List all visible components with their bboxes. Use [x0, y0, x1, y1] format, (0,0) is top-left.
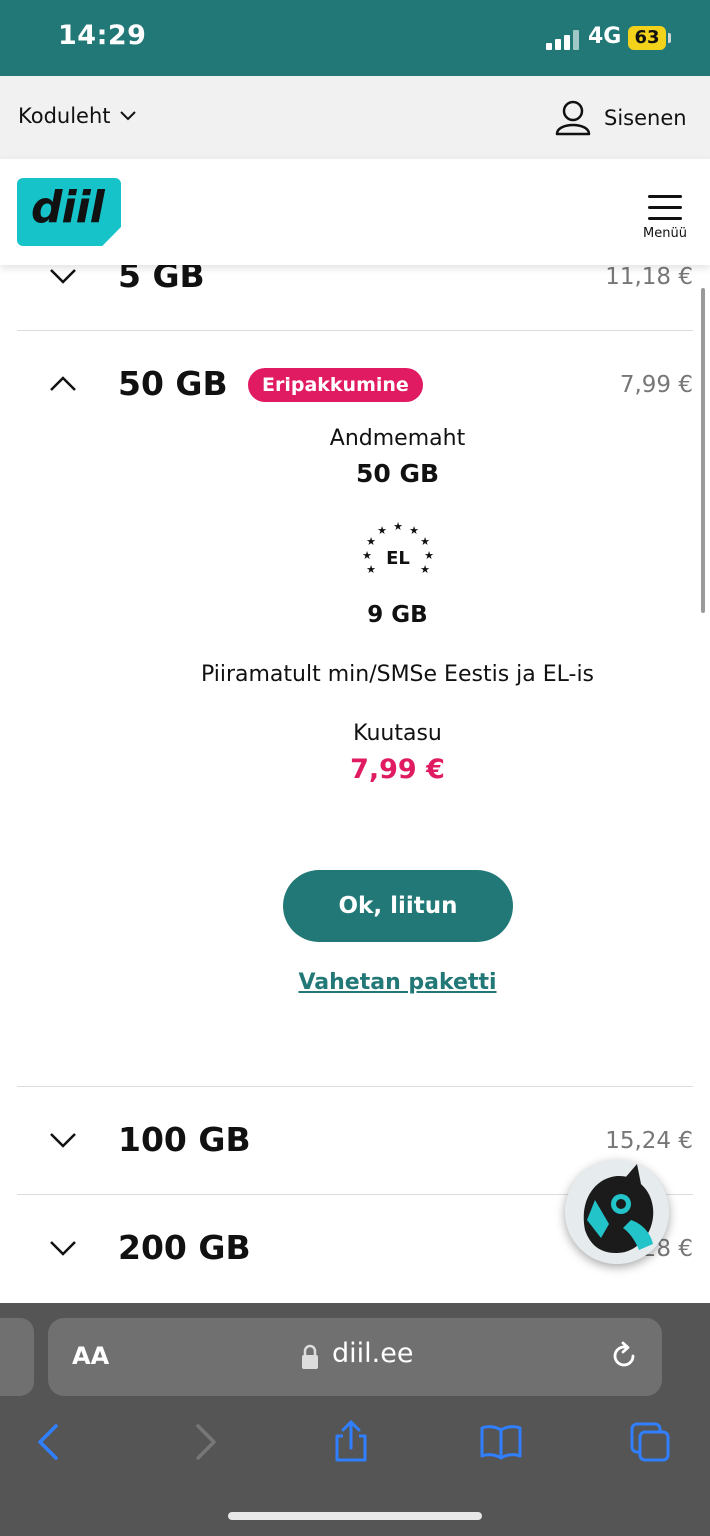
chevron-down-icon[interactable]: [48, 266, 78, 286]
svg-text:★: ★: [393, 520, 403, 533]
battery-nub: [668, 33, 671, 43]
previous-tab-peek[interactable]: [0, 1318, 34, 1396]
eu-stars-icon: ★ ★ ★ ★ ★ ★ ★ ★ ★ EL: [355, 518, 441, 584]
site-header: diil Menüü: [0, 159, 710, 265]
menu-label: Menüü: [643, 226, 687, 241]
package-title[interactable]: 50 GB: [118, 364, 228, 403]
network-type: 4G: [588, 24, 622, 49]
signal-icon: [546, 30, 579, 50]
address-bar[interactable]: AA diil.ee: [48, 1318, 662, 1396]
back-icon[interactable]: [28, 1420, 72, 1464]
home-indicator: [228, 1512, 482, 1520]
diil-logo[interactable]: diil: [17, 178, 121, 246]
lock-icon: [302, 1344, 318, 1369]
monthly-fee-label: Kuutasu: [353, 721, 442, 746]
tabs-icon[interactable]: [628, 1420, 672, 1464]
reader-settings-button[interactable]: AA: [72, 1342, 109, 1370]
scrollbar[interactable]: [701, 288, 705, 613]
dog-mascot-icon: [565, 1160, 669, 1264]
chat-mascot-button[interactable]: [565, 1160, 669, 1264]
data-amount-label: Andmemaht: [329, 426, 466, 451]
change-package-link[interactable]: Vahetan paketti: [0, 970, 710, 995]
package-price: 7,99 €: [619, 372, 693, 398]
status-time: 14:29: [58, 20, 147, 51]
login-label: Sisenen: [604, 106, 687, 130]
menu-button[interactable]: Menüü: [640, 195, 690, 241]
package-title[interactable]: 200 GB: [118, 1228, 251, 1267]
svg-text:★: ★: [377, 524, 387, 537]
svg-text:★: ★: [409, 524, 419, 537]
url-text: diil.ee: [332, 1338, 414, 1369]
battery-icon: 63: [628, 26, 666, 50]
chevron-up-icon[interactable]: [48, 374, 78, 394]
join-button[interactable]: Ok, liitun: [283, 870, 513, 942]
share-icon[interactable]: [329, 1420, 373, 1464]
forward-icon[interactable]: [182, 1420, 226, 1464]
package-title[interactable]: 100 GB: [118, 1120, 251, 1159]
chevron-down-icon[interactable]: [48, 1238, 78, 1258]
package-price: 15,24 €: [605, 1128, 693, 1154]
logo-text: diil: [31, 182, 105, 233]
monthly-fee-value: 7,99 €: [350, 754, 445, 785]
hamburger-icon: [648, 195, 682, 198]
status-bar: 14:29 4G 63: [0, 0, 710, 76]
package-price: 11,18 €: [605, 264, 693, 290]
data-amount-value: 50 GB: [355, 459, 440, 488]
divider: [17, 1086, 693, 1087]
special-offer-badge: Eripakkumine: [248, 368, 423, 402]
chevron-down-icon[interactable]: [48, 1130, 78, 1150]
chevron-down-icon: [119, 111, 136, 121]
eu-data-value: 9 GB: [367, 602, 428, 628]
home-dropdown[interactable]: Koduleht: [18, 104, 137, 128]
svg-text:★: ★: [420, 535, 430, 548]
user-icon: [555, 100, 591, 136]
login-button[interactable]: Sisenen: [554, 98, 687, 138]
eu-label: EL: [386, 548, 410, 569]
divider: [17, 330, 693, 331]
bookmarks-icon[interactable]: [479, 1420, 523, 1464]
unlimited-calls-text: Piiramatult min/SMSe Eestis ja EL-is: [200, 662, 595, 687]
top-nav: Koduleht Sisenen: [0, 76, 710, 159]
svg-text:★: ★: [366, 535, 376, 548]
home-label: Koduleht: [18, 104, 111, 128]
reload-icon[interactable]: [608, 1340, 640, 1372]
